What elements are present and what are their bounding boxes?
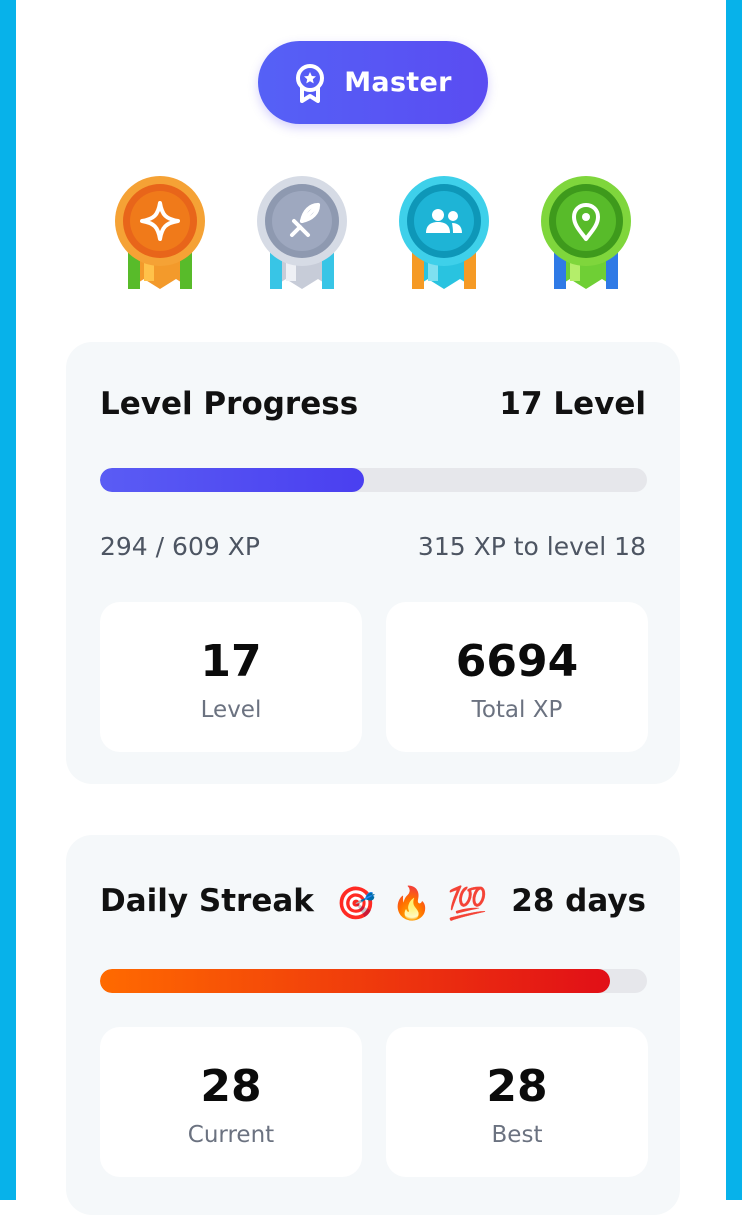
cyan-group-medal[interactable] (398, 175, 490, 293)
daily-streak-title: Daily Streak (100, 883, 314, 919)
best-streak-stat-tile: 28 Best (386, 1027, 648, 1177)
streak-progress-bar (100, 969, 647, 993)
level-stat-tile: 17 Level (100, 602, 362, 752)
current-streak-stat-tile: 28 Current (100, 1027, 362, 1177)
orange-star-medal[interactable] (114, 175, 206, 293)
streak-progress-fill (100, 969, 611, 993)
level-progress-fill (100, 468, 365, 492)
level-stat-caption: Level (200, 697, 262, 723)
level-stat-value: 17 (200, 636, 262, 687)
target-emoji-icon: 🎯 (336, 884, 376, 922)
total-xp-stat-caption: Total XP (471, 697, 563, 723)
streak-days-label: 28 days (511, 883, 646, 919)
current-streak-value: 28 (200, 1061, 262, 1112)
xp-to-next-level-text: 315 XP to level 18 (417, 532, 646, 561)
green-location-medal[interactable] (540, 175, 632, 293)
level-progress-bar (100, 468, 647, 492)
level-progress-title: Level Progress (100, 386, 359, 422)
medal-row (0, 0, 742, 300)
daily-streak-card: Daily Streak 🎯 🔥 💯 28 days 28 Current 28… (66, 835, 680, 1215)
fire-emoji-icon: 🔥 (391, 884, 432, 922)
current-streak-caption: Current (187, 1122, 275, 1148)
streak-emoji-row: 🎯 🔥 💯 (336, 883, 488, 923)
xp-progress-text: 294 / 609 XP (100, 532, 260, 561)
current-level-label: 17 Level (499, 386, 646, 422)
hundred-emoji-icon: 💯 (447, 884, 488, 922)
best-streak-value: 28 (486, 1061, 548, 1112)
silver-sword-medal[interactable] (256, 175, 348, 293)
best-streak-caption: Best (491, 1122, 543, 1148)
total-xp-stat-tile: 6694 Total XP (386, 602, 648, 752)
level-progress-card: Level Progress 17 Level 294 / 609 XP 315… (66, 342, 680, 784)
total-xp-stat-value: 6694 (455, 636, 579, 687)
